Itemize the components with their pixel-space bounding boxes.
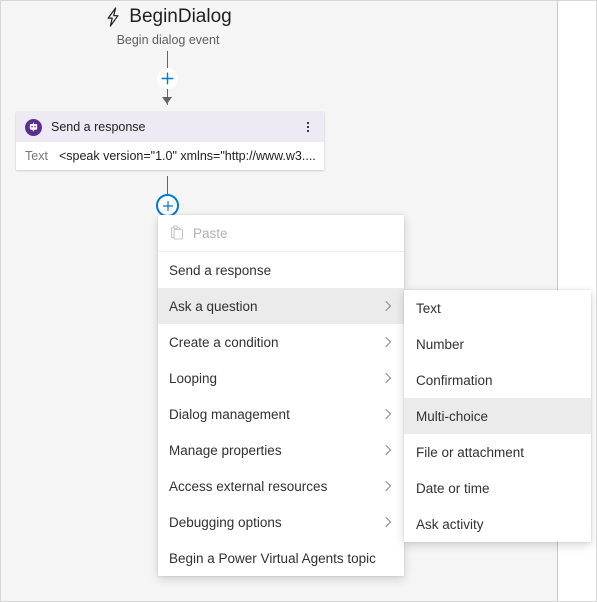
menu-item[interactable]: Ask a question [158, 288, 404, 324]
submenu-item[interactable]: Ask activity [404, 506, 591, 542]
submenu-item-label: Confirmation [416, 372, 493, 388]
submenu-item-label: Ask activity [416, 516, 484, 532]
submenu-item-label: Number [416, 336, 465, 352]
card-body[interactable]: Text <speak version="1.0" xmlns="http://… [16, 142, 324, 170]
chevron-right-icon [382, 516, 394, 528]
chevron-right-icon [382, 336, 394, 348]
submenu-item-label: Text [416, 300, 441, 316]
menu-item: Paste [158, 215, 404, 251]
menu-item-label: Ask a question [169, 298, 258, 314]
menu-item[interactable]: Looping [158, 360, 404, 396]
menu-item-label: Send a response [169, 262, 272, 278]
trigger-node[interactable]: BeginDialog Begin dialog event [1, 5, 335, 48]
menu-item[interactable]: Begin a Power Virtual Agents topic [158, 540, 404, 576]
menu-item[interactable]: Access external resources [158, 468, 404, 504]
menu-item-label: Access external resources [169, 478, 328, 494]
submenu-item[interactable]: Date or time [404, 470, 591, 506]
plus-icon [162, 200, 174, 212]
chevron-right-icon [382, 372, 394, 384]
submenu-item[interactable]: Text [404, 290, 591, 326]
menu-item-label: Paste [193, 225, 228, 241]
chevron-right-icon [382, 444, 394, 456]
page-title: BeginDialog [129, 6, 232, 27]
menu-item-label: Debugging options [169, 514, 282, 530]
submenu-item-label: Multi-choice [416, 408, 489, 424]
text-field-label: Text [25, 149, 48, 163]
bot-speech-bubble-icon [25, 118, 42, 136]
clipboard-paste-icon [169, 225, 185, 241]
text-field-value: <speak version="1.0" xmlns="http://www.w… [58, 149, 315, 163]
menu-item[interactable]: Manage properties [158, 432, 404, 468]
menu-item-label: Manage properties [169, 442, 282, 458]
submenu-item-label: Date or time [416, 480, 490, 496]
submenu-item[interactable]: Multi-choice [404, 398, 591, 434]
node-context-menu[interactable]: Paste Send a response Ask a question Create… [158, 215, 404, 576]
ask-a-question-submenu[interactable]: Text Number Confirmation Multi-choice File o… [404, 290, 591, 542]
card-title: Send a response [51, 120, 146, 134]
menu-item-label: Create a condition [169, 334, 279, 350]
add-node-button-top[interactable] [157, 68, 178, 89]
plus-icon [161, 72, 174, 85]
menu-item[interactable]: Send a response [158, 252, 404, 288]
submenu-item[interactable]: File or attachment [404, 434, 591, 470]
lightning-bolt-icon [104, 7, 122, 27]
submenu-item-label: File or attachment [416, 444, 525, 460]
menu-item[interactable]: Create a condition [158, 324, 404, 360]
connector-arrow-top [162, 97, 172, 104]
menu-item[interactable]: Debugging options [158, 504, 404, 540]
trigger-title-row: BeginDialog [1, 5, 335, 29]
menu-item-label: Looping [169, 370, 218, 386]
kebab-menu-icon[interactable] [300, 116, 316, 138]
menu-item-label: Dialog management [169, 406, 290, 422]
add-node-button-active[interactable] [156, 194, 179, 217]
menu-item[interactable]: Dialog management [158, 396, 404, 432]
authoring-canvas: BeginDialog Begin dialog event Send a re… [0, 0, 597, 602]
chevron-right-icon [382, 408, 394, 420]
submenu-item[interactable]: Confirmation [404, 362, 591, 398]
menu-item-label: Begin a Power Virtual Agents topic [169, 550, 376, 566]
submenu-item[interactable]: Number [404, 326, 591, 362]
send-a-response-card[interactable]: Send a response Text <speak version="1.0… [16, 112, 324, 170]
card-header[interactable]: Send a response [16, 112, 324, 142]
chevron-right-icon [382, 300, 394, 312]
chevron-right-icon [382, 480, 394, 492]
trigger-subtitle: Begin dialog event [116, 33, 220, 47]
